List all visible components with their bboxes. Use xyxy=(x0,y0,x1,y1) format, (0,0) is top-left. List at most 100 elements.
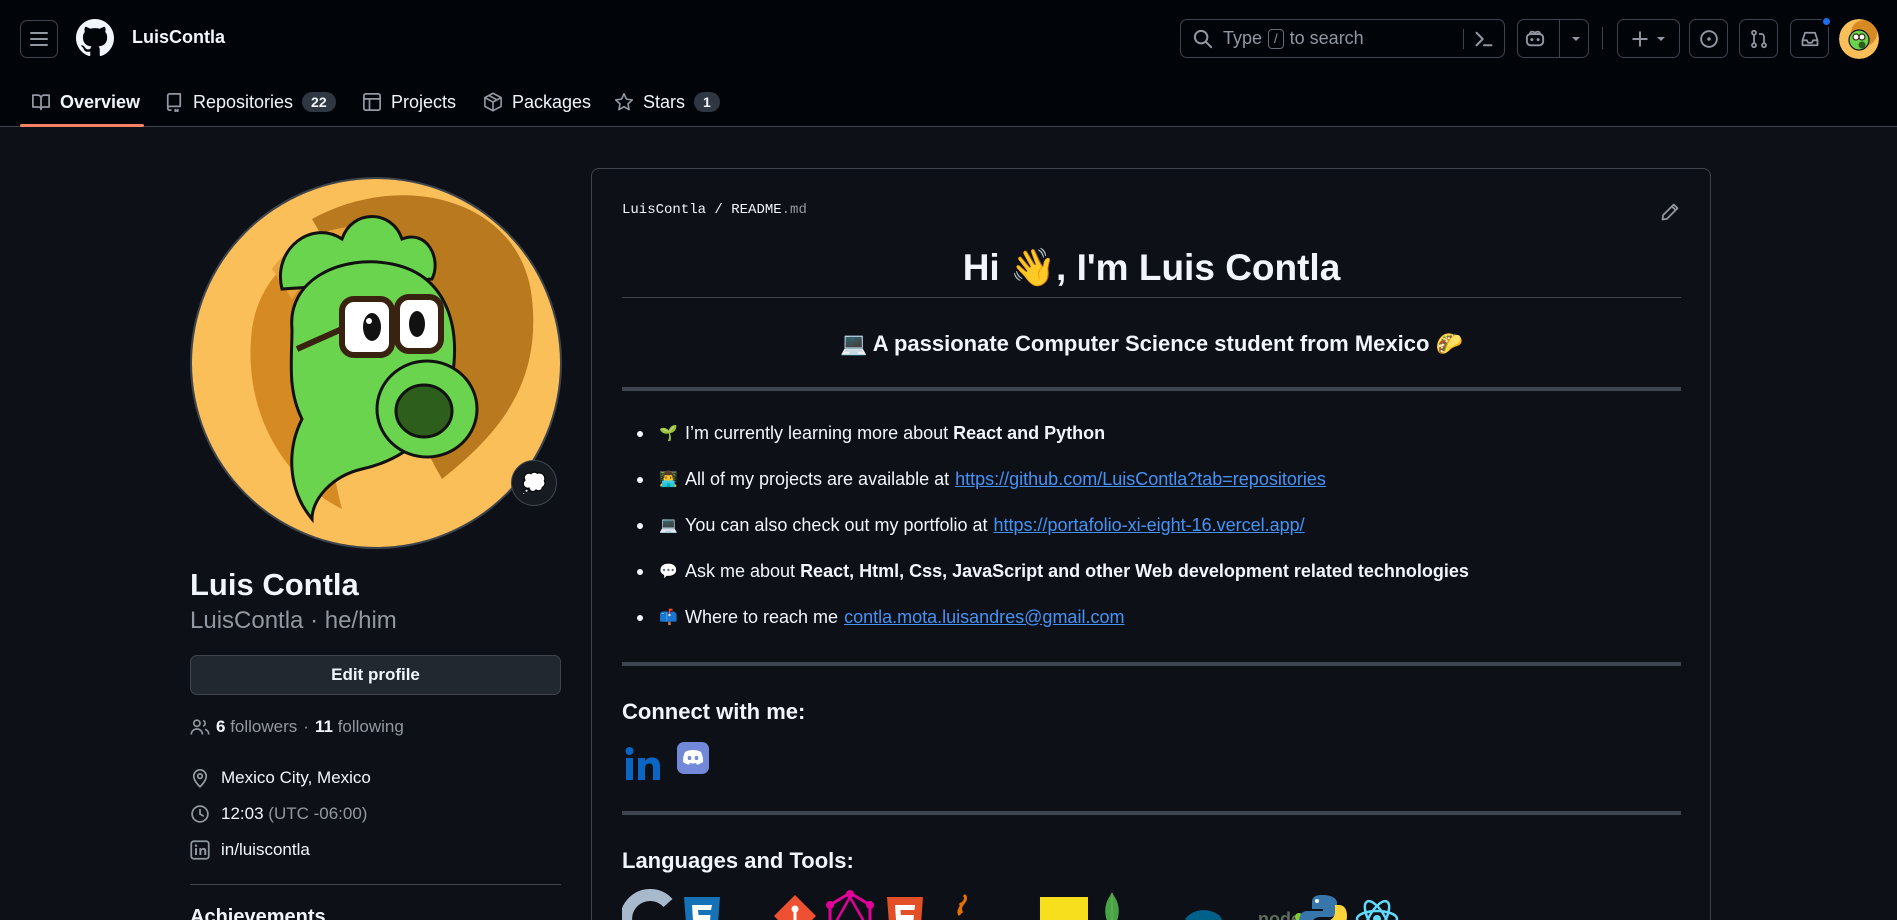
follow-separator: · xyxy=(303,717,309,736)
user-avatar[interactable] xyxy=(1839,19,1879,59)
repo-icon xyxy=(166,93,182,112)
seedling-icon: 🌱 xyxy=(659,425,678,442)
java-icon[interactable] xyxy=(942,889,982,920)
profile-readme: LuisContla / README.md Hi 👋, I'm Luis Co… xyxy=(591,168,1711,920)
tab-repositories-label: Repositories xyxy=(193,91,294,112)
horizontal-rule xyxy=(622,811,1681,815)
profile-name: Luis Contla xyxy=(190,567,359,602)
stars-count: 1 xyxy=(694,92,720,112)
sidebar-divider xyxy=(190,884,561,885)
followers-link[interactable]: 6 followers xyxy=(216,717,297,737)
connect-heading: Connect with me: xyxy=(622,699,806,724)
pull-requests-button[interactable] xyxy=(1739,19,1778,58)
global-header: LuisContla Type / to search xyxy=(0,0,1897,77)
list-item: 👨‍💻 All of my projects are available at … xyxy=(622,456,1681,502)
css3-icon[interactable] xyxy=(682,889,722,920)
tab-repositories[interactable]: Repositories 22 xyxy=(164,77,336,127)
list-item: 📫 Where to reach me contla.mota.luisandr… xyxy=(622,594,1681,640)
repositories-count: 22 xyxy=(302,92,336,112)
people-icon xyxy=(190,719,210,735)
speech-bubble-icon: 💬 xyxy=(659,563,678,580)
python-icon[interactable] xyxy=(1298,889,1348,920)
tab-packages[interactable]: Packages xyxy=(483,77,591,127)
discord-logo-icon[interactable] xyxy=(676,741,710,775)
readme-path-owner[interactable]: LuisContla xyxy=(622,202,706,218)
status-emoji: 💭 xyxy=(521,472,547,495)
laptop-icon: 💻 xyxy=(659,517,678,534)
list-item-text: Ask me about xyxy=(685,560,796,581)
tab-projects[interactable]: Projects xyxy=(362,77,456,127)
github-logo-icon[interactable] xyxy=(76,19,114,57)
readme-path-file[interactable]: README xyxy=(731,202,781,218)
react-icon[interactable] xyxy=(1352,889,1402,920)
javascript-icon[interactable]: JS xyxy=(1039,889,1089,920)
git-icon[interactable] xyxy=(770,889,820,920)
readme-title: Hi 👋, I'm Luis Contla xyxy=(962,247,1341,288)
c-language-icon[interactable] xyxy=(622,889,682,920)
package-icon xyxy=(484,92,502,112)
clock-icon xyxy=(191,805,209,823)
pencil-icon[interactable] xyxy=(1660,202,1680,222)
tab-packages-label: Packages xyxy=(512,91,592,112)
profile-tabs: Overview Repositories 22 Projects Packag… xyxy=(0,77,1897,127)
readme-path-separator: / xyxy=(714,202,723,218)
location-text: Mexico City, Mexico xyxy=(221,768,371,787)
linkedin-text: in/luiscontla xyxy=(221,840,310,859)
avatar-illustration-icon xyxy=(192,179,560,547)
mailbox-icon: 📫 xyxy=(659,609,678,626)
status-emoji-button[interactable]: 💭 xyxy=(511,460,557,506)
tools-heading: Languages and Tools: xyxy=(622,848,854,873)
search-placeholder: Type / to search xyxy=(1223,28,1364,49)
horizontal-rule xyxy=(622,387,1681,391)
copilot-button[interactable] xyxy=(1517,19,1589,58)
list-item-emphasis: React and Python xyxy=(953,422,1106,443)
timezone-text: (UTC -06:00) xyxy=(268,804,368,823)
repositories-link[interactable]: https://github.com/LuisContla?tab=reposi… xyxy=(955,469,1326,490)
profile-linkedin[interactable]: in/luiscontla xyxy=(190,840,310,860)
horizontal-rule xyxy=(622,662,1681,666)
copilot-split xyxy=(1558,19,1560,58)
command-palette-icon[interactable] xyxy=(1474,29,1494,49)
portfolio-link[interactable]: https://portafolio-xi-eight-16.vercel.ap… xyxy=(994,515,1305,536)
tab-stars-label: Stars xyxy=(643,91,686,112)
menu-button[interactable] xyxy=(20,20,58,58)
linkedin-logo-icon[interactable] xyxy=(622,742,666,786)
context-owner-link[interactable]: LuisContla xyxy=(132,27,225,48)
notification-indicator xyxy=(1821,16,1832,27)
copilot-icon xyxy=(1525,30,1544,46)
tab-overview[interactable]: Overview xyxy=(31,77,140,127)
search-prefix-text: Type xyxy=(1223,28,1263,48)
following-link[interactable]: 11 following xyxy=(315,717,404,737)
search-divider xyxy=(1463,29,1464,49)
search-icon xyxy=(1193,29,1213,48)
star-icon xyxy=(614,93,634,111)
tab-projects-label: Projects xyxy=(391,91,457,112)
edit-profile-button[interactable]: Edit profile xyxy=(190,655,561,695)
list-item-text: Where to reach me xyxy=(685,606,839,627)
git-pull-request-icon xyxy=(1750,29,1767,48)
list-item-text: I’m currently learning more about xyxy=(685,422,949,443)
profile-avatar[interactable] xyxy=(190,177,562,549)
tab-stars[interactable]: Stars 1 xyxy=(614,77,720,127)
issues-button[interactable] xyxy=(1689,19,1728,58)
profile-local-time: 12:03 (UTC -06:00) xyxy=(190,804,367,824)
mysql-icon[interactable] xyxy=(1179,889,1229,920)
local-time: 12:03 xyxy=(221,804,264,823)
create-new-button[interactable] xyxy=(1617,19,1680,58)
list-item-text: All of my projects are available at xyxy=(685,468,950,489)
graphql-icon[interactable] xyxy=(825,889,875,920)
email-link[interactable]: contla.mota.luisandres@gmail.com xyxy=(844,607,1124,628)
mongodb-icon[interactable] xyxy=(1097,889,1127,920)
tab-overview-label: Overview xyxy=(60,91,141,112)
list-item: 💬 Ask me about React, Html, Css, JavaScr… xyxy=(622,548,1681,594)
search-input[interactable]: Type / to search xyxy=(1180,19,1505,58)
html5-icon[interactable] xyxy=(885,889,925,920)
profile-location: Mexico City, Mexico xyxy=(190,768,371,788)
followers-label: followers xyxy=(230,717,298,736)
following-count: 11 xyxy=(314,717,333,736)
readme-subtitle: 💻 A passionate Computer Science student … xyxy=(840,331,1463,356)
list-item: 🌱 I’m currently learning more about Reac… xyxy=(622,410,1681,456)
search-suffix-text: to search xyxy=(1289,28,1364,48)
svg-text:node: node xyxy=(1258,909,1301,920)
following-label: following xyxy=(337,717,404,736)
